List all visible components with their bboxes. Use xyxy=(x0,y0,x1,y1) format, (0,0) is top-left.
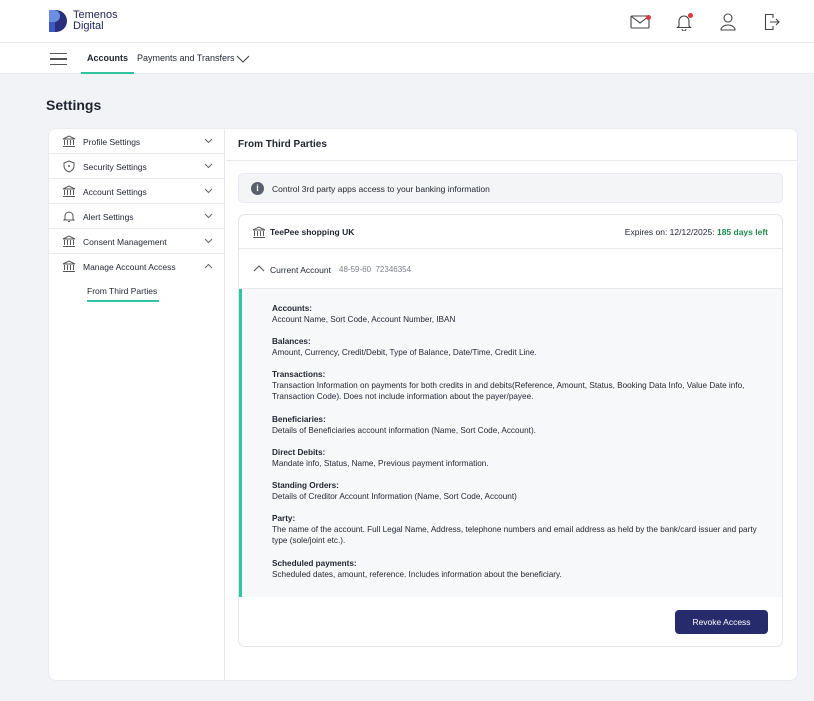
permission-title: Direct Debits: xyxy=(272,448,326,457)
chevron-up-icon xyxy=(204,263,213,269)
permission-item: Direct Debits: Mandate info, Status, Name… xyxy=(272,447,772,469)
brand-line2: Digital xyxy=(73,20,104,32)
permission-text: Details of Creditor Account Information … xyxy=(272,492,517,501)
top-bar: Temenos Digital xyxy=(0,0,814,43)
bank-icon xyxy=(252,226,266,238)
bank-icon xyxy=(62,135,76,147)
sort-code: 48-59-60 xyxy=(339,265,372,274)
permission-item: Balances: Amount, Currency, Credit/Debit,… xyxy=(272,336,772,358)
user-icon[interactable] xyxy=(716,11,740,33)
sidebar-item-alert-settings[interactable]: Alert Settings xyxy=(49,204,225,229)
brand-name: Temenos Digital xyxy=(73,10,118,32)
sidebar-item-label: Profile Settings xyxy=(83,137,141,147)
shield-icon xyxy=(63,160,75,173)
tab-payments-and-transfers[interactable]: Payments and Transfers xyxy=(137,53,235,63)
permission-title: Party: xyxy=(272,514,296,523)
permissions-list: Accounts: Account Name, Sort Code, Accoun… xyxy=(239,289,782,597)
third-party-name: TeePee shopping UK xyxy=(270,227,355,237)
sidebar-item-profile-settings[interactable]: Profile Settings xyxy=(49,129,225,154)
brand-logo[interactable]: Temenos Digital xyxy=(47,8,118,34)
permission-title: Standing Orders: xyxy=(272,481,339,490)
permission-text: Mandate info, Status, Name, Previous pay… xyxy=(272,459,489,468)
bell-badge xyxy=(688,13,693,18)
sidebar-item-label: Consent Management xyxy=(83,237,167,247)
sidebar-item-label: Account Settings xyxy=(83,187,147,197)
content-title: From Third Parties xyxy=(238,139,327,150)
expiry-label: Expires on: 12/12/2025: xyxy=(624,227,715,237)
expiry-info: Expires on: 12/12/2025: 185 days left xyxy=(625,227,768,237)
mail-badge xyxy=(646,15,651,20)
permission-text: Details of Beneficiaries account informa… xyxy=(272,426,536,435)
bank-icon xyxy=(62,260,76,272)
account-label: Current Account xyxy=(270,265,331,275)
sidebar-item-label: Security Settings xyxy=(83,162,147,172)
revoke-access-button[interactable]: Revoke Access xyxy=(675,610,768,634)
bell-icon xyxy=(62,211,76,222)
menu-icon[interactable] xyxy=(50,53,67,69)
chevron-down-icon[interactable] xyxy=(236,55,250,63)
mail-icon[interactable] xyxy=(628,11,652,33)
sidebar-item-label: Alert Settings xyxy=(83,212,134,222)
sidebar-item-manage-account-access[interactable]: Manage Account Access xyxy=(49,254,225,279)
third-party-header: TeePee shopping UK Expires on: 12/12/202… xyxy=(239,215,782,249)
permission-item: Party: The name of the account. Full Lega… xyxy=(272,513,772,546)
chevron-down-icon xyxy=(204,138,213,144)
tab-accounts[interactable]: Accounts xyxy=(80,53,135,74)
content-panel: From Third Parties i Control 3rd party a… xyxy=(226,129,797,680)
logo-icon xyxy=(49,10,67,32)
sidebar-item-label: Manage Account Access xyxy=(83,262,176,272)
settings-sidebar: Profile Settings Security Settings Accou… xyxy=(49,129,225,680)
days-left: 185 days left xyxy=(716,227,768,237)
permission-title: Accounts: xyxy=(272,304,313,313)
settings-card: Profile Settings Security Settings Accou… xyxy=(48,128,798,681)
permission-title: Beneficiaries: xyxy=(272,415,326,424)
chevron-down-icon xyxy=(204,163,213,169)
permission-text: Account Name, Sort Code, Account Number,… xyxy=(272,315,456,324)
permission-item: Scheduled payments: Scheduled dates, amou… xyxy=(272,558,772,580)
permission-item: Accounts: Account Name, Sort Code, Accoun… xyxy=(272,303,772,325)
divider xyxy=(226,160,797,161)
info-banner: i Control 3rd party apps access to your … xyxy=(238,173,783,203)
bell-icon[interactable] xyxy=(672,11,696,33)
permission-text: Amount, Currency, Credit/Debit, Type of … xyxy=(272,348,537,357)
permission-title: Transactions: xyxy=(272,370,326,379)
permission-text: Scheduled dates, amount, reference. Incl… xyxy=(272,570,562,579)
info-text: Control 3rd party apps access to your ba… xyxy=(272,184,490,194)
permission-title: Scheduled payments: xyxy=(272,559,357,568)
chevron-up-icon[interactable] xyxy=(253,265,265,272)
sidebar-item-security-settings[interactable]: Security Settings xyxy=(49,154,225,179)
permission-item: Transactions: Transaction Information on … xyxy=(272,369,772,402)
account-numbers: 48-59-60 72346354 xyxy=(339,265,411,274)
bank-icon xyxy=(62,235,76,247)
chevron-down-icon xyxy=(204,238,213,244)
permission-text: The name of the account. Full Legal Name… xyxy=(272,525,757,545)
bank-icon xyxy=(62,185,76,197)
sidebar-item-consent-management[interactable]: Consent Management xyxy=(49,229,225,254)
nav-bar: Accounts Payments and Transfers xyxy=(0,43,814,74)
third-party-card: TeePee shopping UK Expires on: 12/12/202… xyxy=(238,214,783,647)
permission-item: Standing Orders: Details of Creditor Acco… xyxy=(272,480,772,502)
permission-title: Balances: xyxy=(272,337,311,346)
sidebar-item-account-settings[interactable]: Account Settings xyxy=(49,179,225,204)
permission-text: Transaction Information on payments for … xyxy=(272,381,745,401)
logout-icon[interactable] xyxy=(760,11,784,33)
account-number: 72346354 xyxy=(375,265,412,274)
sidebar-subitem-from-third-parties[interactable]: From Third Parties xyxy=(87,286,160,302)
info-icon: i xyxy=(251,182,264,195)
permission-item: Beneficiaries: Details of Beneficiaries a… xyxy=(272,414,772,436)
chevron-down-icon xyxy=(204,188,213,194)
chevron-down-icon xyxy=(204,213,213,219)
page-title: Settings xyxy=(46,97,102,113)
account-row[interactable]: Current Account 48-59-60 72346354 xyxy=(239,249,782,289)
